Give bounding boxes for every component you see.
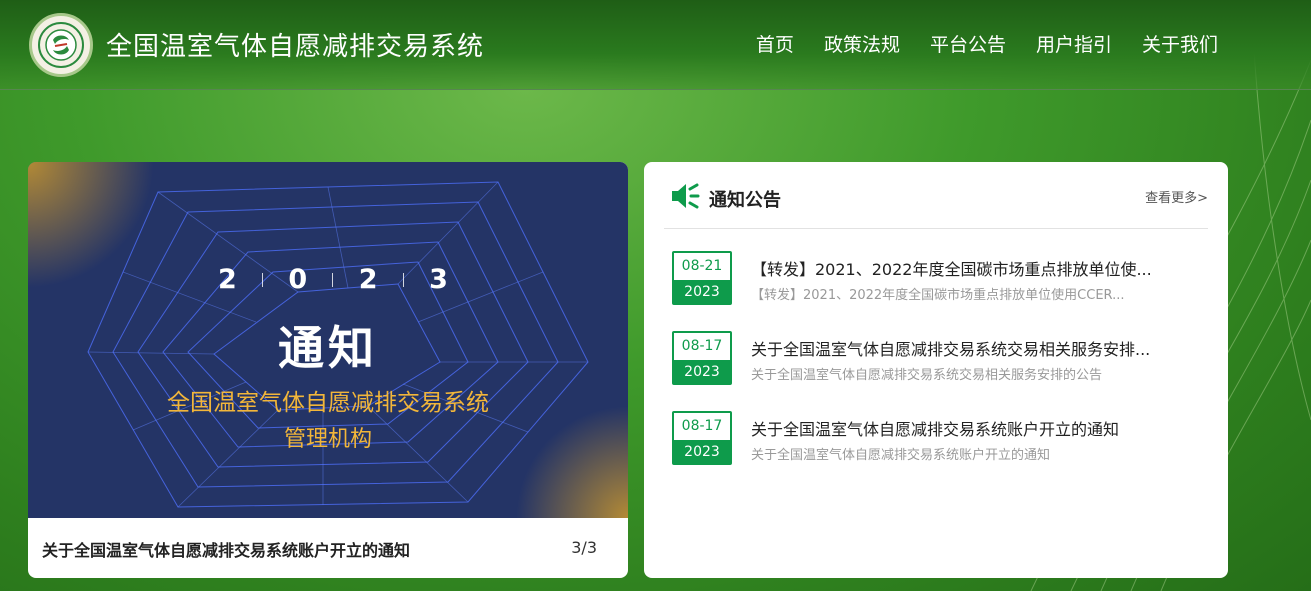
logo-seal-icon — [38, 22, 84, 68]
banner-year: 2 0 2 3 — [218, 264, 448, 295]
notice-summary: 【转发】2021、2022年度全国碳市场重点排放单位使用CCER... — [751, 288, 1125, 303]
notice-summary: 关于全国温室气体自愿减排交易系统交易相关服务安排的公告 — [751, 368, 1103, 383]
nav-item-announcements[interactable]: 平台公告 — [930, 30, 1006, 57]
date-year: 2023 — [674, 280, 730, 303]
banner-year-digit: 0 — [288, 264, 308, 295]
notice-item[interactable]: 08-17 2023 关于全国温室气体自愿减排交易系统交易相关服务安排... 关… — [672, 331, 1212, 387]
banner-subtitle-org: 管理机构 — [283, 427, 372, 452]
nav-item-user-guide[interactable]: 用户指引 — [1036, 30, 1112, 57]
banner-year-digit: 3 — [429, 264, 448, 295]
notice-panel-title: 通知公告 — [709, 190, 781, 211]
year-separator — [402, 272, 404, 287]
notice-item[interactable]: 08-21 2023 【转发】2021、2022年度全国碳市场重点排放单位使..… — [672, 251, 1212, 307]
year-separator — [262, 272, 264, 287]
speaker-icon — [672, 183, 700, 209]
banner-subtitle: 全国温室气体自愿减排交易系统 — [167, 390, 489, 416]
carousel-caption[interactable]: 关于全国温室气体自愿减排交易系统账户开立的通知 — [42, 537, 410, 561]
date-month-day: 08-21 — [674, 253, 730, 280]
notice-title[interactable]: 【转发】2021、2022年度全国碳市场重点排放单位使... — [751, 256, 1181, 280]
news-carousel[interactable]: 2 0 2 3 通知 全国温室气体自愿减排交易系统 管理机构 关于全国温室气体自… — [28, 162, 628, 578]
banner-title: 通知 — [278, 321, 378, 375]
nav-item-about[interactable]: 关于我们 — [1142, 30, 1218, 57]
year-separator — [332, 272, 334, 287]
carousel-counter: 3/3 — [571, 538, 597, 557]
banner-year-digit: 2 — [358, 264, 378, 295]
site-title[interactable]: 全国温室气体自愿减排交易系统 — [106, 26, 484, 63]
date-badge: 08-17 2023 — [672, 331, 732, 385]
date-badge: 08-21 2023 — [672, 251, 732, 305]
notice-title[interactable]: 关于全国温室气体自愿减排交易系统账户开立的通知 — [751, 416, 1181, 440]
site-header: 全国温室气体自愿减排交易系统 首页 政策法规 平台公告 用户指引 关于我们 — [0, 0, 1311, 90]
banner-year-digit: 2 — [218, 264, 237, 295]
carousel-banner-image[interactable]: 2 0 2 3 通知 全国温室气体自愿减排交易系统 管理机构 — [28, 162, 628, 518]
date-badge: 08-17 2023 — [672, 411, 732, 465]
nav-item-home[interactable]: 首页 — [756, 30, 794, 57]
view-more-link[interactable]: 查看更多> — [1145, 187, 1208, 206]
notice-item[interactable]: 08-17 2023 关于全国温室气体自愿减排交易系统账户开立的通知 关于全国温… — [672, 411, 1212, 467]
notice-title[interactable]: 关于全国温室气体自愿减排交易系统交易相关服务安排... — [751, 336, 1181, 360]
main-nav: 首页 政策法规 平台公告 用户指引 关于我们 — [756, 30, 1218, 57]
notice-summary: 关于全国温室气体自愿减排交易系统账户开立的通知 — [751, 448, 1051, 463]
nav-item-policy[interactable]: 政策法规 — [824, 30, 900, 57]
date-year: 2023 — [674, 360, 730, 383]
date-month-day: 08-17 — [674, 333, 730, 360]
notice-panel: 通知公告 查看更多> 08-21 2023 【转发】2021、2022年度全国碳… — [644, 162, 1228, 578]
date-year: 2023 — [674, 440, 730, 463]
site-logo[interactable] — [29, 13, 93, 77]
notice-panel-header: 通知公告 查看更多> — [644, 162, 1228, 229]
date-month-day: 08-17 — [674, 413, 730, 440]
divider — [664, 228, 1208, 229]
